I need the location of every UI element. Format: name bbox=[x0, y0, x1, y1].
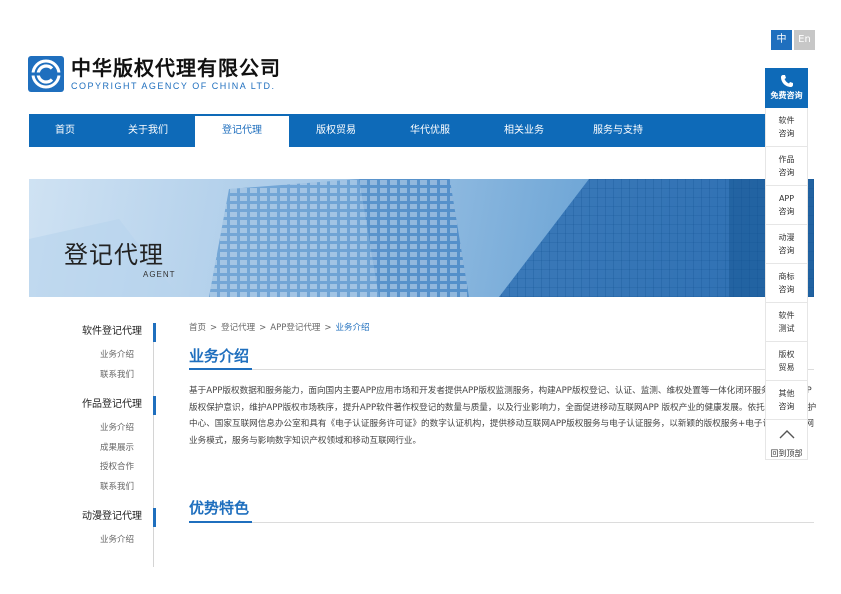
company-name-en: COPYRIGHT AGENCY OF CHINA LTD. bbox=[71, 81, 276, 91]
breadcrumb-link[interactable]: 登记代理 bbox=[221, 323, 255, 333]
free-consult-label: 免费咨询 bbox=[770, 91, 803, 100]
active-marker bbox=[153, 396, 156, 415]
sidebar-item[interactable]: 联系我们 bbox=[29, 478, 154, 498]
nav-item[interactable]: 登记代理 bbox=[195, 114, 289, 147]
consult-item-line2: 咨询 bbox=[778, 129, 795, 138]
sidebar-item[interactable]: 授权合作 bbox=[29, 458, 154, 478]
nav-item[interactable]: 首页 bbox=[29, 114, 101, 147]
consult-item-line1: 版权 bbox=[778, 350, 795, 359]
consult-item-line1: 软件 bbox=[778, 116, 795, 125]
section-divider bbox=[252, 522, 814, 523]
site-logo[interactable]: 中华版权代理有限公司 COPYRIGHT AGENCY OF CHINA LTD… bbox=[28, 56, 281, 92]
chevron-up-icon bbox=[779, 430, 794, 439]
banner-subtitle: AGENT bbox=[143, 270, 176, 279]
consult-item-line2: 咨询 bbox=[778, 207, 795, 216]
breadcrumb-link[interactable]: APP登记代理 bbox=[270, 323, 320, 333]
consult-float-bar: 免费咨询 软件 咨询 作品 咨询 APP 咨询 动漫 咨询 商标 咨询 软件 测试 版权 贸易 其他 咨询 回… bbox=[765, 68, 808, 460]
active-marker bbox=[153, 508, 156, 527]
consult-item-line2: 贸易 bbox=[778, 363, 795, 372]
sidebar-item[interactable]: 联系我们 bbox=[29, 366, 154, 386]
consult-item-line2: 咨询 bbox=[778, 402, 795, 411]
consult-item[interactable]: 动漫 咨询 bbox=[765, 225, 808, 264]
consult-item[interactable]: 作品 咨询 bbox=[765, 147, 808, 186]
breadcrumb: 首页 > 登记代理 > APP登记代理 > 业务介绍 bbox=[189, 321, 370, 333]
company-name-cn: 中华版权代理有限公司 bbox=[71, 56, 281, 80]
section-title-intro: 业务介绍 bbox=[189, 347, 250, 365]
breadcrumb-link[interactable]: 首页 bbox=[189, 323, 206, 333]
back-to-top-label: 回到顶部 bbox=[770, 449, 803, 458]
sidebar-item[interactable]: 业务介绍 bbox=[29, 346, 154, 366]
section-divider bbox=[252, 369, 814, 370]
breadcrumb-current: 业务介绍 bbox=[335, 323, 370, 333]
nav-item[interactable]: 服务与支持 bbox=[571, 114, 665, 147]
consult-item-line1: 作品 bbox=[778, 155, 795, 164]
section-title-underline bbox=[189, 368, 252, 370]
banner-title: 登记代理 bbox=[64, 241, 164, 269]
consult-item[interactable]: APP 咨询 bbox=[765, 186, 808, 225]
sidebar-group-label: 软件登记代理 bbox=[82, 326, 142, 337]
consult-item-line1: 其他 bbox=[778, 389, 795, 398]
sidebar-item[interactable]: 业务介绍 bbox=[29, 419, 154, 439]
sidebar-group-title[interactable]: 软件登记代理 bbox=[29, 318, 156, 346]
language-switch: 中 En bbox=[771, 30, 815, 50]
breadcrumb-separator: > bbox=[210, 323, 218, 333]
nav-item[interactable]: 版权贸易 bbox=[289, 114, 383, 147]
back-to-top-button[interactable]: 回到顶部 bbox=[765, 420, 808, 460]
consult-item-line2: 咨询 bbox=[778, 168, 795, 177]
phone-icon bbox=[765, 68, 808, 90]
sidebar-group-title[interactable]: 作品登记代理 bbox=[29, 391, 156, 419]
consult-item-line2: 测试 bbox=[778, 324, 795, 333]
nav-item[interactable]: 关于我们 bbox=[101, 114, 195, 147]
banner: 登记代理 AGENT bbox=[29, 179, 814, 297]
copyright-logo-icon bbox=[28, 56, 64, 92]
sidebar-group-label: 作品登记代理 bbox=[82, 399, 142, 410]
consult-item[interactable]: 软件 咨询 bbox=[765, 108, 808, 147]
consult-item-line1: 动漫 bbox=[778, 233, 795, 242]
sidebar-group-label: 动漫登记代理 bbox=[82, 511, 142, 522]
page: 中 En 中华版权代理有限公司 COPYRIGHT AGENCY OF CHIN… bbox=[0, 0, 841, 594]
breadcrumb-separator: > bbox=[259, 323, 267, 333]
consult-item-line2: 咨询 bbox=[778, 246, 795, 255]
consult-item[interactable]: 其他 咨询 bbox=[765, 381, 808, 420]
main-nav: 首页 关于我们 登记代理 版权贸易 华代优服 相关业务 服务与支持 bbox=[29, 114, 765, 147]
consult-item-line1: APP bbox=[778, 194, 795, 203]
section-title-advantages: 优势特色 bbox=[189, 499, 250, 517]
free-consult-button[interactable]: 免费咨询 bbox=[765, 68, 808, 108]
breadcrumb-separator: > bbox=[324, 323, 332, 333]
sidebar-item[interactable]: 成果展示 bbox=[29, 439, 154, 459]
nav-item[interactable]: 华代优服 bbox=[383, 114, 477, 147]
consult-item-line1: 商标 bbox=[778, 272, 795, 281]
lang-zh-button[interactable]: 中 bbox=[771, 30, 792, 50]
active-marker bbox=[153, 323, 156, 342]
consult-item-line2: 咨询 bbox=[778, 285, 795, 294]
consult-item[interactable]: 版权 贸易 bbox=[765, 342, 808, 381]
section-title-underline bbox=[189, 521, 252, 523]
nav-item[interactable]: 相关业务 bbox=[477, 114, 571, 147]
intro-paragraph: 基于APP版权数据和服务能力，面向国内主要APP应用市场和开发者提供APP版权监… bbox=[189, 386, 817, 446]
sidebar: 软件登记代理 业务介绍 联系我们 作品登记代理 业务介绍 成果展示 授权合作 联系我们 动漫登记… bbox=[29, 318, 156, 551]
consult-item[interactable]: 软件 测试 bbox=[765, 303, 808, 342]
consult-item[interactable]: 商标 咨询 bbox=[765, 264, 808, 303]
consult-item-line1: 软件 bbox=[778, 311, 795, 320]
sidebar-group-title[interactable]: 动漫登记代理 bbox=[29, 503, 156, 531]
lang-en-button[interactable]: En bbox=[794, 30, 815, 50]
sidebar-item[interactable]: 业务介绍 bbox=[29, 531, 154, 551]
